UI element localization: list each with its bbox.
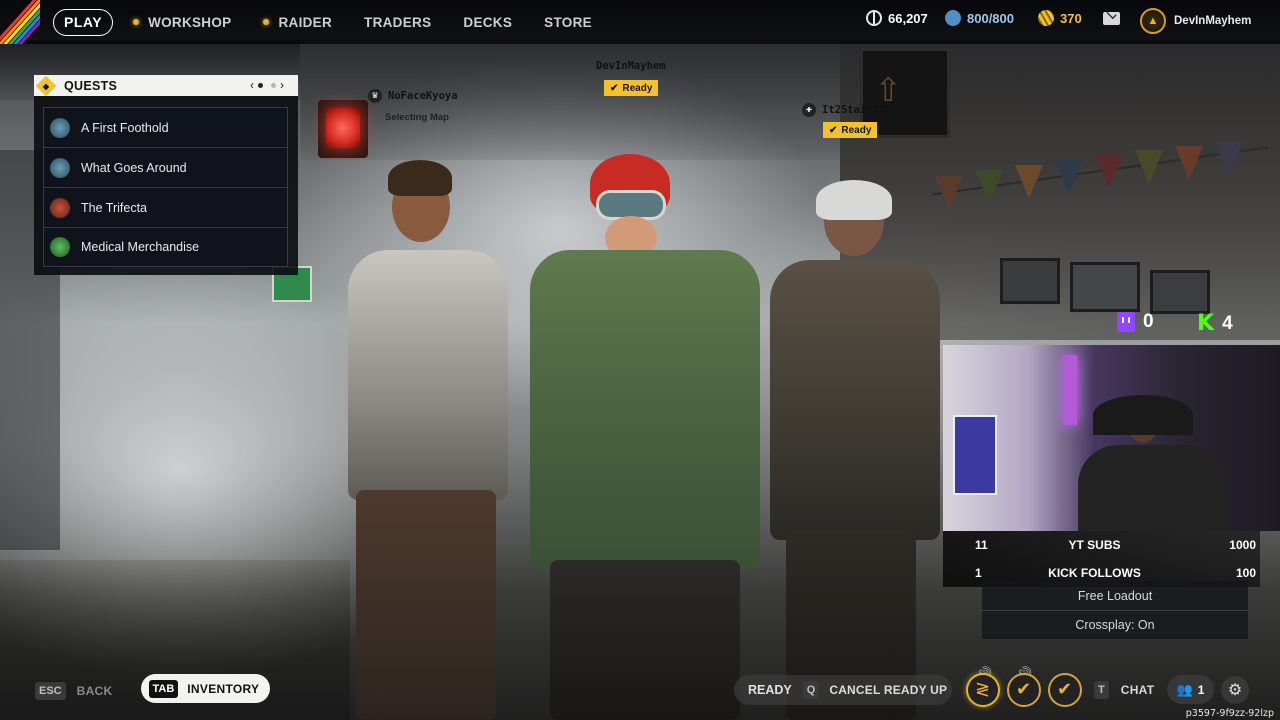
goal-row: 11 YT SUBS 1000 bbox=[943, 531, 1260, 559]
nav-decks[interactable]: DECKS bbox=[463, 15, 512, 30]
check-icon: ✔ bbox=[1057, 679, 1073, 699]
mail-button[interactable] bbox=[1103, 8, 1120, 25]
crossplay-info: Crossplay: On bbox=[982, 610, 1248, 639]
raider-token-icon bbox=[945, 10, 961, 26]
squad-member[interactable]: ✔ bbox=[1007, 673, 1041, 707]
trader-portrait-icon bbox=[50, 157, 70, 178]
cred-balance[interactable]: 370 bbox=[1038, 10, 1082, 26]
tab-key: TAB bbox=[148, 679, 179, 698]
loadout-info: Free Loadout bbox=[1077, 588, 1153, 603]
raider-center bbox=[510, 150, 780, 720]
nav-workshop[interactable]: WORKSHOP bbox=[133, 15, 231, 30]
check-icon: ✔ bbox=[1016, 679, 1032, 699]
ready-badge-center: ✔ Ready bbox=[604, 80, 659, 96]
quests-pager: ‹ › bbox=[250, 78, 284, 92]
red-signal-light bbox=[318, 100, 368, 158]
twitch-icon bbox=[1117, 312, 1135, 332]
raider-right bbox=[750, 180, 950, 720]
trader-portrait-icon bbox=[50, 117, 70, 138]
coin-icon bbox=[866, 10, 882, 26]
quests-header: ◆ QUESTS ‹ › bbox=[34, 75, 298, 96]
player-emblem-icon: ♛ bbox=[368, 89, 382, 103]
party-button[interactable]: 👥 1 bbox=[1167, 675, 1214, 704]
nav-traders[interactable]: TRADERS bbox=[364, 15, 431, 30]
main-nav: PLAY WORKSHOP RAIDER TRADERS DECKS STORE bbox=[53, 8, 624, 36]
squad-member-self[interactable]: ≷ bbox=[966, 673, 1000, 707]
nav-store[interactable]: STORE bbox=[544, 15, 592, 30]
pride-stripe-logo bbox=[0, 0, 40, 44]
rank-badge-icon: ▲ bbox=[1140, 8, 1166, 34]
gear-icon: ⚙ bbox=[1227, 682, 1243, 699]
chat-button[interactable]: T CHAT bbox=[1094, 681, 1154, 699]
user-profile[interactable]: ▲ DevInMayhem bbox=[1140, 8, 1251, 34]
coins-balance[interactable]: 66,207 bbox=[866, 10, 928, 26]
top-nav-bar: PLAY WORKSHOP RAIDER TRADERS DECKS STORE… bbox=[0, 0, 1280, 44]
streamer-body bbox=[1078, 445, 1228, 531]
quest-item[interactable]: What Goes Around bbox=[43, 147, 288, 187]
player-status-left: Selecting Map bbox=[385, 112, 449, 123]
check-icon: ✔ bbox=[610, 82, 619, 94]
q-key: Q bbox=[802, 681, 820, 699]
quest-item[interactable]: The Trifecta bbox=[43, 187, 288, 227]
player-emblem-icon: ✚ bbox=[802, 103, 816, 117]
quest-list: A First Foothold What Goes Around The Tr… bbox=[43, 107, 288, 267]
raider-tokens-balance[interactable]: 800/800 bbox=[945, 10, 1014, 26]
trader-portrait-icon bbox=[50, 237, 70, 257]
page-dot bbox=[271, 82, 276, 88]
lobby-info-panel: Free Loadout Crossplay: On bbox=[982, 581, 1248, 639]
headset bbox=[1093, 395, 1193, 435]
back-button[interactable]: ESC BACK bbox=[35, 682, 113, 700]
ready-label: READY bbox=[748, 683, 792, 697]
ready-bar[interactable]: READY Q CANCEL READY UP bbox=[734, 675, 952, 705]
people-icon: 👥 bbox=[1176, 681, 1193, 697]
t-key: T bbox=[1094, 681, 1109, 699]
check-icon: ✔ bbox=[829, 124, 838, 136]
quest-item[interactable]: Medical Merchandise bbox=[43, 227, 288, 267]
esc-key: ESC bbox=[35, 682, 66, 700]
inventory-button[interactable]: TAB INVENTORY bbox=[140, 674, 271, 703]
chevron-right-icon[interactable]: › bbox=[280, 78, 284, 92]
player-tag-center: DevInMayhem bbox=[596, 60, 666, 72]
trader-portrait-icon bbox=[50, 197, 70, 218]
bottom-left-controls: ESC BACK TAB INVENTORY bbox=[35, 674, 271, 703]
squad-member[interactable]: ✔ bbox=[1048, 673, 1082, 707]
led-light bbox=[1063, 355, 1077, 425]
raider-emblem-icon: ≷ bbox=[975, 679, 991, 699]
nav-play[interactable]: PLAY bbox=[53, 8, 114, 36]
poster bbox=[953, 415, 997, 495]
notification-dot-icon bbox=[263, 19, 270, 25]
kick-counter: K 4 bbox=[1197, 311, 1233, 336]
quest-item[interactable]: A First Foothold bbox=[43, 107, 288, 147]
quests-panel: ◆ QUESTS ‹ › A First Foothold What Goes … bbox=[34, 75, 298, 275]
cred-icon bbox=[1038, 10, 1054, 26]
raider-left bbox=[330, 160, 530, 720]
stream-goals: 11 YT SUBS 1000 1 KICK FOLLOWS 100 bbox=[943, 531, 1260, 587]
cancel-ready-button[interactable]: CANCEL READY UP bbox=[829, 683, 947, 697]
player-tag-right: ✚ It2StainTTV bbox=[802, 103, 892, 117]
session-id: p3597-9f9zz-92lzp bbox=[1185, 708, 1274, 719]
ready-badge-right: ✔ Ready bbox=[823, 122, 878, 138]
page-dot-active bbox=[258, 82, 263, 88]
notification-dot-icon bbox=[133, 19, 140, 25]
twitch-counter: 0 bbox=[1117, 311, 1154, 333]
settings-button[interactable]: ⚙ bbox=[1221, 676, 1249, 704]
player-tag-left: ♛ NoFaceKyoya bbox=[368, 89, 458, 103]
streamer-webcam bbox=[943, 345, 1280, 531]
nav-raider[interactable]: RAIDER bbox=[263, 15, 332, 30]
chevron-left-icon[interactable]: ‹ bbox=[250, 78, 254, 92]
kick-icon: K bbox=[1197, 311, 1215, 336]
mail-icon bbox=[1103, 8, 1120, 25]
quest-diamond-icon: ◆ bbox=[35, 75, 57, 96]
